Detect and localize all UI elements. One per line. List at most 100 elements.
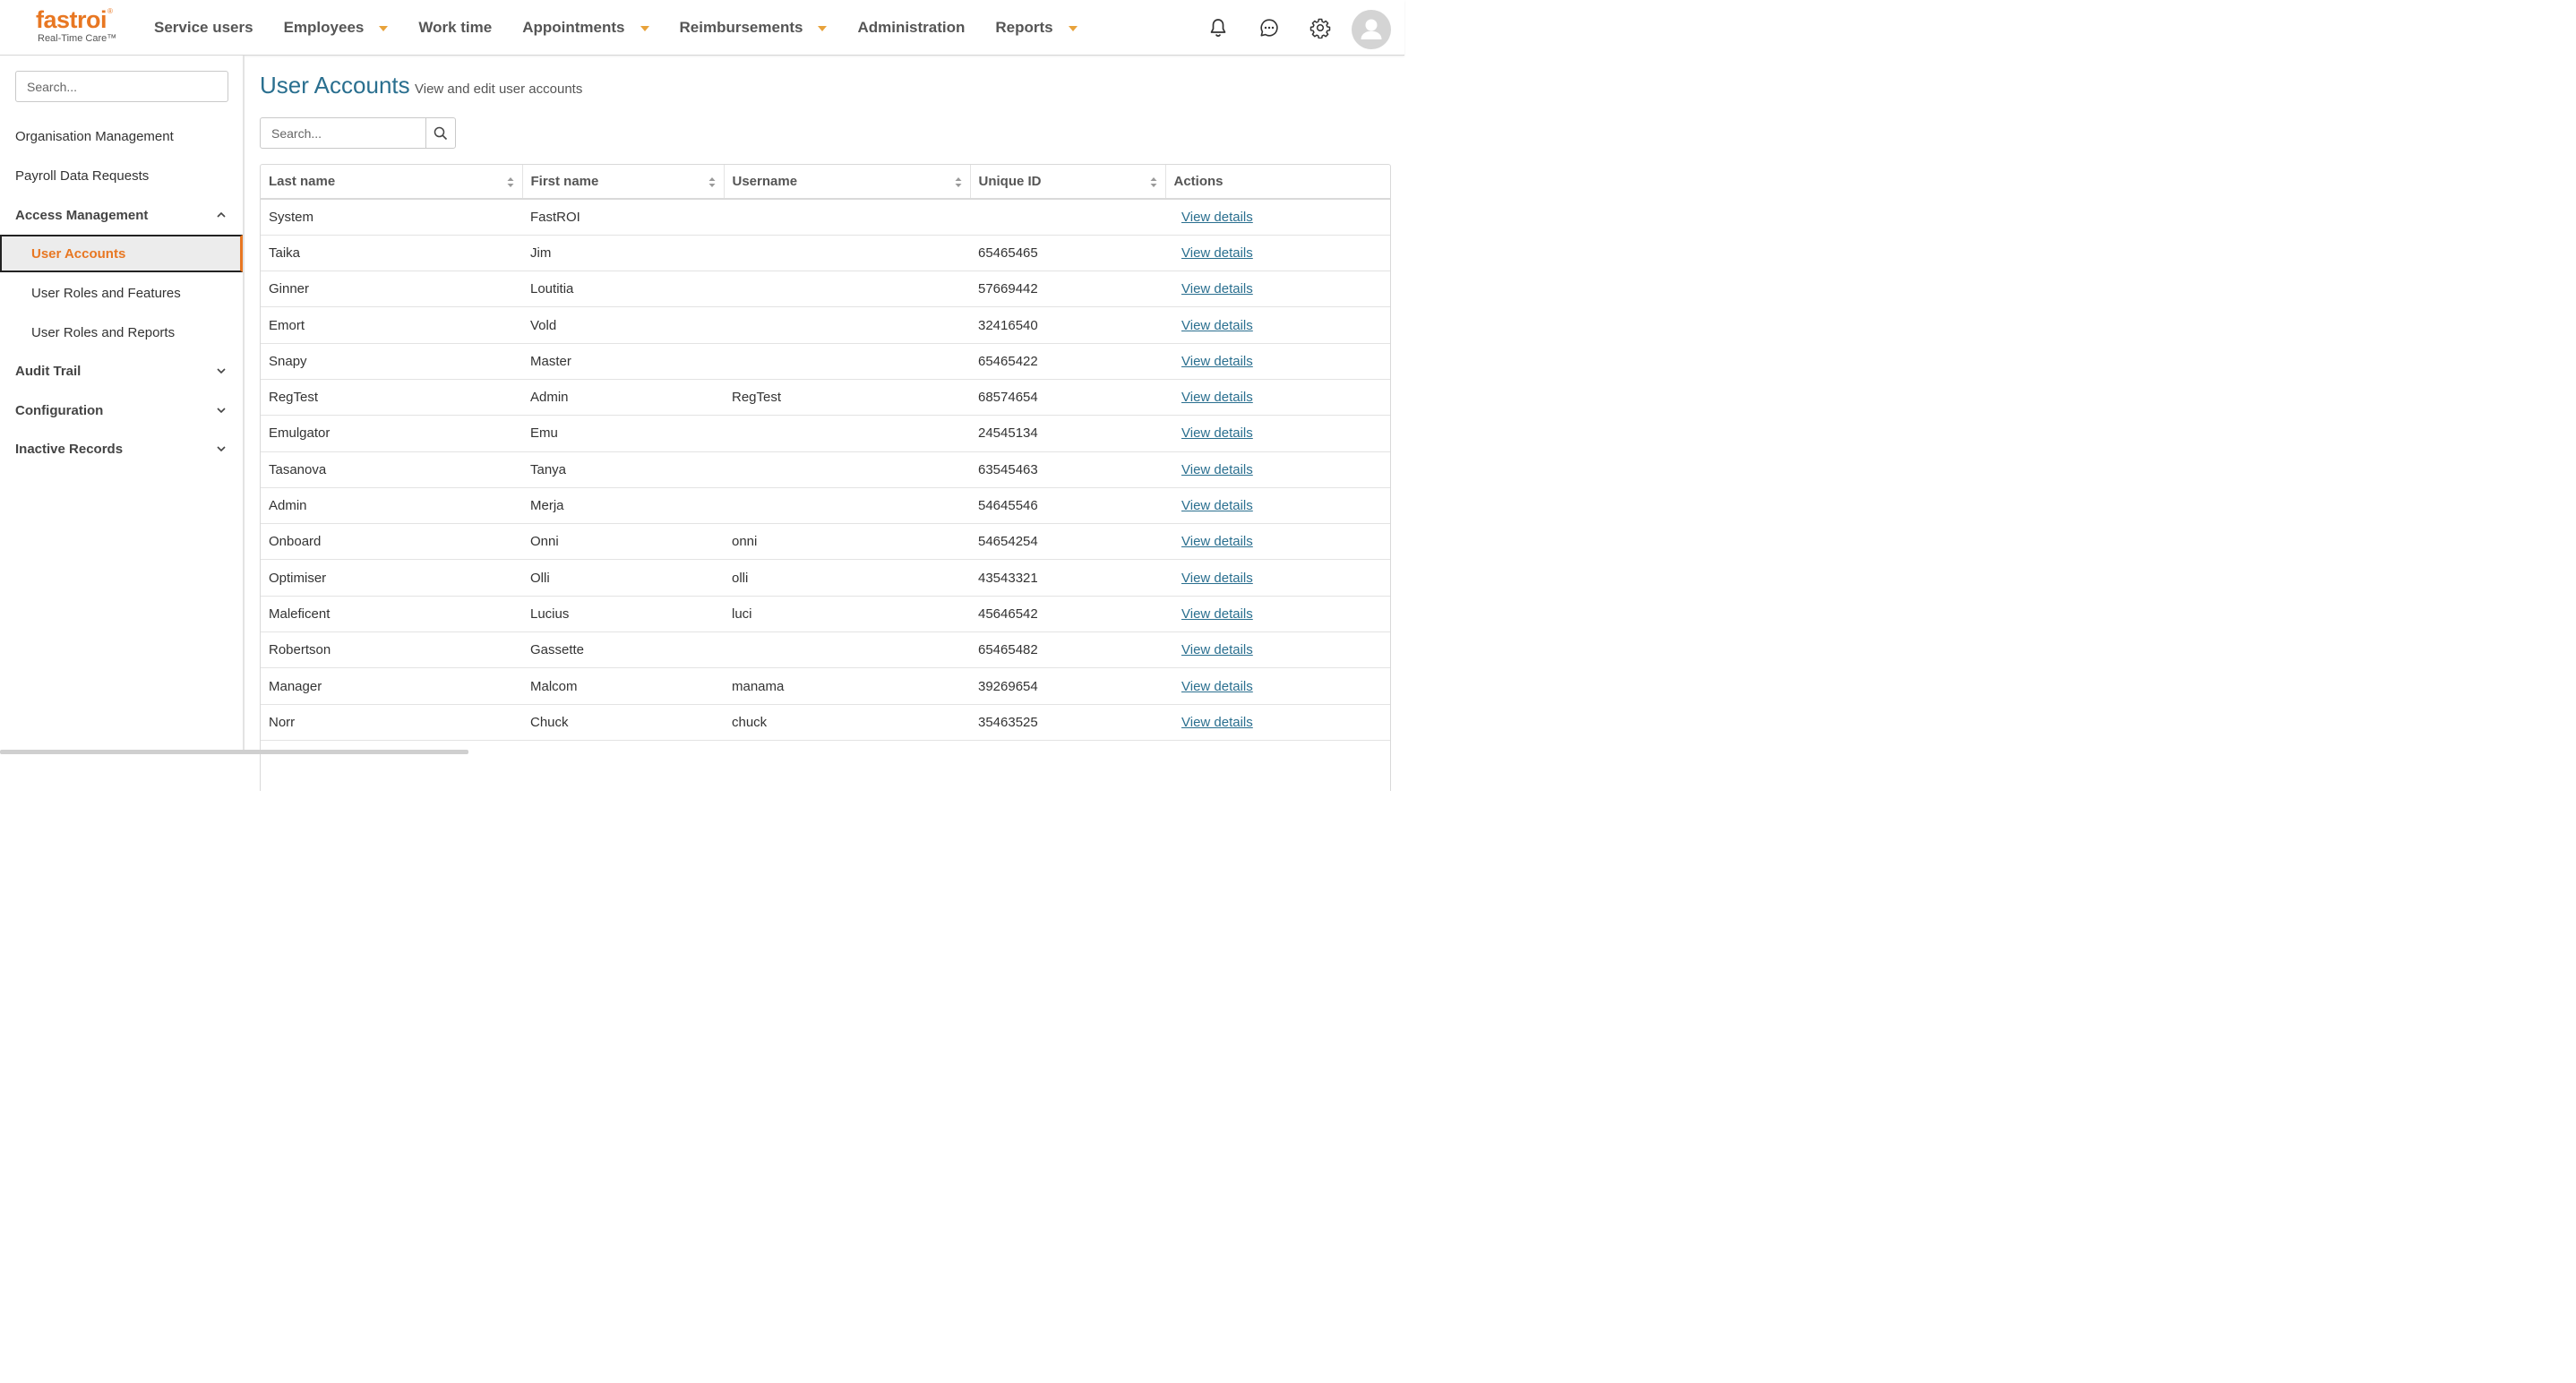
cell-unique-id: 57669442: [970, 271, 1165, 308]
cell-actions: View details: [1165, 415, 1390, 452]
view-details-link[interactable]: View details: [1181, 715, 1253, 730]
sidebar-item-user-accounts[interactable]: User Accounts: [0, 235, 243, 272]
column-header-first-name[interactable]: First name: [522, 165, 725, 200]
view-details-link[interactable]: View details: [1181, 571, 1253, 586]
cell-first-name: Gassette: [522, 631, 724, 669]
view-details-link[interactable]: View details: [1181, 606, 1253, 622]
nav-item-work-time[interactable]: Work time: [403, 0, 507, 56]
nav-item-label: Work time: [418, 19, 493, 36]
search-button[interactable]: [425, 117, 456, 149]
view-details-link[interactable]: View details: [1181, 642, 1253, 657]
cell-username: luci: [724, 596, 970, 633]
cell-first-name: Olli: [522, 559, 724, 597]
view-details-link[interactable]: View details: [1181, 534, 1253, 549]
nav-item-reimbursements[interactable]: Reimbursements: [665, 0, 843, 56]
sidebar-item-label: Payroll Data Requests: [15, 168, 150, 184]
sidebar-item-access-management[interactable]: Access Management: [0, 196, 243, 234]
cell-actions: View details: [1165, 451, 1390, 488]
column-header-username[interactable]: Username: [724, 165, 971, 200]
sidebar-search-input[interactable]: [15, 71, 228, 102]
nav-item-reports[interactable]: Reports: [980, 0, 1092, 56]
view-details-link[interactable]: View details: [1181, 390, 1253, 405]
view-details-link[interactable]: View details: [1181, 281, 1253, 296]
nav-item-service-users[interactable]: Service users: [139, 0, 269, 56]
cell-username: manama: [724, 667, 970, 705]
caret-down-icon: [1068, 26, 1078, 31]
cell-last-name: Norr: [261, 704, 522, 741]
user-search-input[interactable]: [260, 117, 426, 149]
bell-icon[interactable]: [1207, 17, 1229, 39]
fastroi-logo[interactable]: fastroi® Real-Time Care™: [36, 7, 125, 48]
chat-icon[interactable]: [1258, 17, 1280, 39]
sidebar-item-label: User Roles and Features: [31, 285, 181, 301]
sidebar-item-audit-trail[interactable]: Audit Trail: [0, 352, 243, 390]
cell-first-name: Vold: [522, 306, 724, 344]
cell-last-name: System: [261, 199, 522, 236]
sort-icon: [708, 177, 715, 187]
column-header-label: Unique ID: [978, 174, 1042, 189]
sidebar-item-configuration[interactable]: Configuration: [0, 391, 243, 429]
cell-unique-id: 32416540: [970, 306, 1165, 344]
view-details-link[interactable]: View details: [1181, 498, 1253, 513]
cell-unique-id: 54645546: [970, 487, 1165, 525]
cell-first-name: Merja: [522, 487, 724, 525]
table-body: System FastROI View details Taika Jim 6546546…: [261, 199, 1390, 741]
cell-first-name: Admin: [522, 379, 724, 417]
cell-actions: View details: [1165, 559, 1390, 597]
sort-icon: [955, 177, 961, 187]
cell-username: chuck: [724, 704, 970, 741]
cell-username: [724, 199, 970, 236]
column-header-last-name[interactable]: Last name: [261, 165, 523, 200]
cell-first-name: Emu: [522, 415, 724, 452]
gear-icon[interactable]: [1309, 17, 1331, 39]
horizontal-scrollbar[interactable]: [0, 750, 468, 754]
column-header-unique-id[interactable]: Unique ID: [970, 165, 1166, 200]
cell-first-name: FastROI: [522, 199, 724, 236]
nav-item-administration[interactable]: Administration: [842, 0, 980, 56]
sidebar-item-payroll-data-requests[interactable]: Payroll Data Requests: [0, 157, 243, 194]
view-details-link[interactable]: View details: [1181, 318, 1253, 333]
view-details-link[interactable]: View details: [1181, 354, 1253, 369]
nav-item-label: Reimbursements: [679, 19, 803, 36]
table-row: Optimiser Olli olli 43543321 View details: [261, 559, 1390, 597]
cell-unique-id: 39269654: [970, 667, 1165, 705]
cell-last-name: Manager: [261, 667, 522, 705]
caret-down-icon: [818, 26, 828, 31]
cell-username: [724, 451, 970, 488]
cell-first-name: Tanya: [522, 451, 724, 488]
page-subtitle: View and edit user accounts: [415, 82, 583, 97]
cell-actions: View details: [1165, 487, 1390, 525]
nav-item-employees[interactable]: Employees: [269, 0, 404, 56]
sidebar-item-user-roles-and-features[interactable]: User Roles and Features: [0, 274, 243, 312]
caret-down-icon: [640, 26, 649, 31]
cell-username: olli: [724, 559, 970, 597]
cell-username: RegTest: [724, 379, 970, 417]
cell-last-name: Taika: [261, 235, 522, 272]
view-details-link[interactable]: View details: [1181, 425, 1253, 441]
view-details-link[interactable]: View details: [1181, 462, 1253, 477]
sidebar-item-organisation-management[interactable]: Organisation Management: [0, 117, 243, 155]
cell-last-name: Admin: [261, 487, 522, 525]
logo-registered-mark: ®: [107, 7, 113, 15]
cell-username: [724, 235, 970, 272]
cell-unique-id: 35463525: [970, 704, 1165, 741]
view-details-link[interactable]: View details: [1181, 210, 1253, 225]
view-details-link[interactable]: View details: [1181, 679, 1253, 694]
table-row: Admin Merja 54645546 View details: [261, 487, 1390, 525]
nav-item-appointments[interactable]: Appointments: [507, 0, 664, 56]
cell-first-name: Jim: [522, 235, 724, 272]
cell-actions: View details: [1165, 379, 1390, 417]
view-details-link[interactable]: View details: [1181, 245, 1253, 261]
sidebar-item-user-roles-and-reports[interactable]: User Roles and Reports: [0, 314, 243, 351]
cell-unique-id: 24545134: [970, 415, 1165, 452]
cell-unique-id: 63545463: [970, 451, 1165, 488]
cell-unique-id: [970, 199, 1165, 236]
sidebar-item-label: Organisation Management: [15, 128, 174, 144]
cell-username: [724, 343, 970, 380]
sidebar-item-inactive-records[interactable]: Inactive Records: [0, 430, 243, 468]
cell-unique-id: 65465422: [970, 343, 1165, 380]
cell-last-name: Emort: [261, 306, 522, 344]
cell-unique-id: 43543321: [970, 559, 1165, 597]
cell-username: [724, 415, 970, 452]
user-avatar-icon[interactable]: [1352, 10, 1391, 49]
